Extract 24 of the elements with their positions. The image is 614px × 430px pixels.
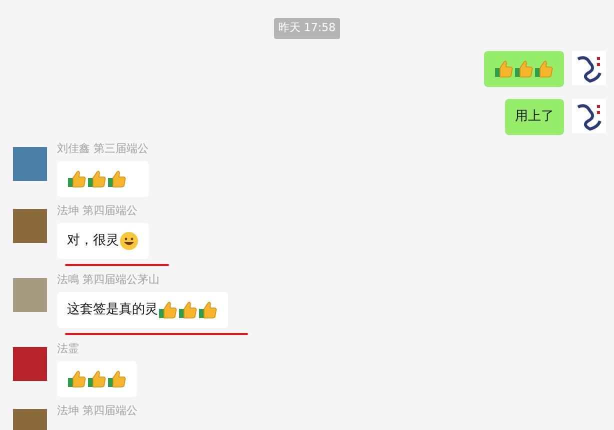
thumbs-up-icon: [178, 300, 198, 320]
thumbs-up-icon: [107, 368, 127, 388]
thumbs-up-icon: [87, 368, 107, 388]
thumbs-up-icon: [107, 168, 127, 188]
grinning-face-icon: [119, 230, 139, 250]
thumbs-up-icon: [158, 300, 178, 320]
message-bubble: 这套签是真的灵: [57, 292, 228, 328]
thumbs-up-icon: [534, 58, 554, 78]
dragon-avatar[interactable]: [572, 98, 606, 132]
message-bubble: 用上了: [505, 98, 564, 134]
thumbs-up-icon: [514, 58, 534, 78]
thumbs-up-icon: [67, 168, 87, 188]
sender-name: 法坤 第四届端公: [57, 404, 138, 416]
thumbs-up-icon: [198, 300, 218, 320]
timestamp: 昨天 17:58: [274, 18, 340, 38]
sender-name: 法鳴 第四届端公茅山: [57, 274, 160, 286]
thumbs-up-icon: [494, 58, 514, 78]
sender-name: 法霊: [57, 342, 80, 354]
thumbs-up-icon: [87, 168, 107, 188]
message-bubble: 对，很灵: [57, 222, 149, 258]
sender-name: 法坤 第四届端公: [57, 204, 138, 216]
thumbs-up-icon: [67, 368, 87, 388]
dragon-avatar[interactable]: [572, 50, 606, 84]
sender-name: 刘佳鑫 第三届端公: [57, 142, 148, 154]
